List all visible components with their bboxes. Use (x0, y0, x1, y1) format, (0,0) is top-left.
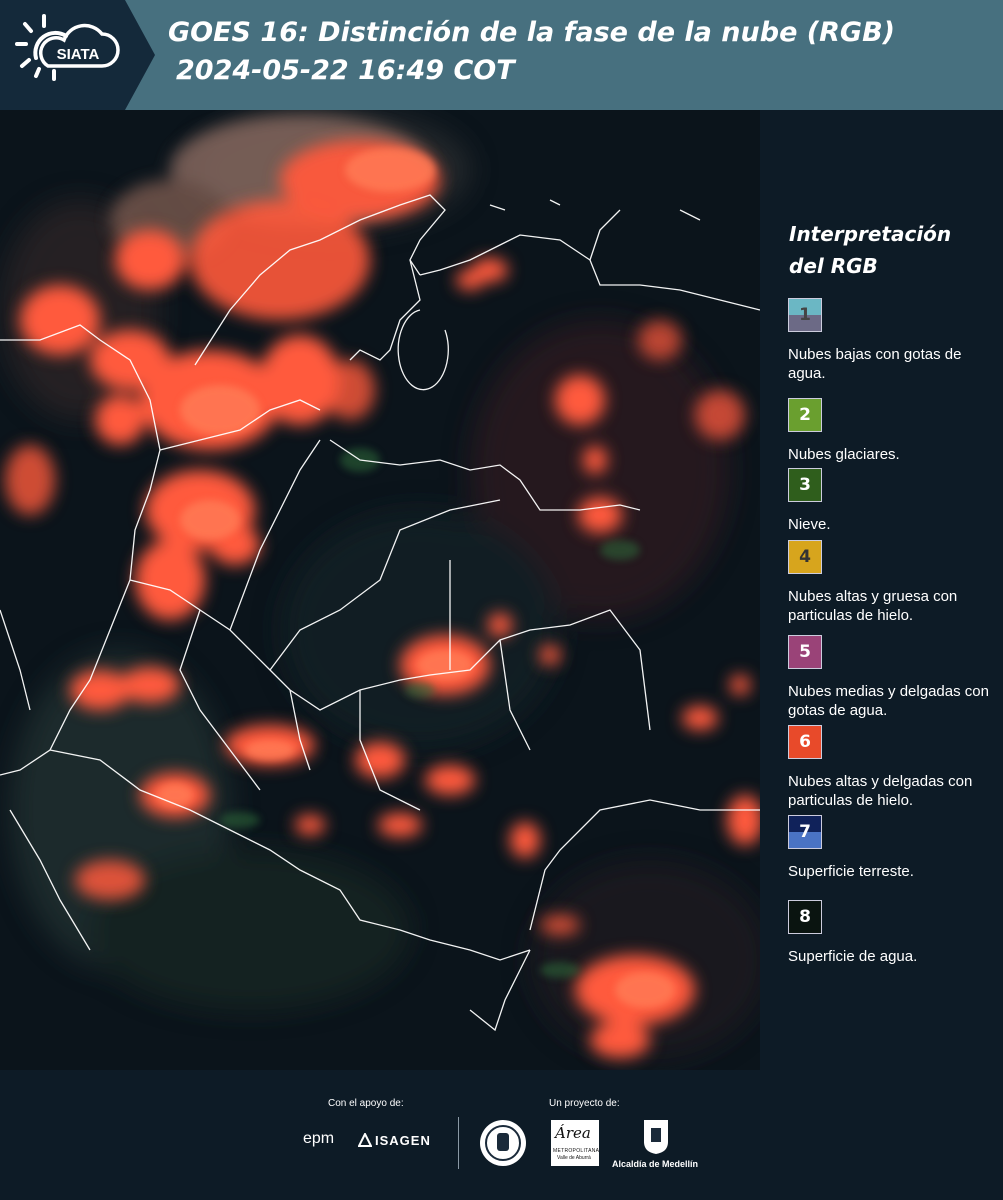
legend-label-7: Superficie terreste. (788, 863, 914, 880)
legend-label-2: Nubes glaciares. (788, 446, 900, 463)
isagen-logo-icon (357, 1131, 373, 1147)
legend-swatch-6: 6 (788, 725, 822, 759)
project-label: Un proyecto de: (549, 1098, 620, 1109)
legend-swatch-5: 5 (788, 635, 822, 669)
legend-number: 4 (799, 547, 811, 567)
page-title: GOES 16: Distinción de la fase de la nub… (168, 17, 895, 48)
legend-swatch-7: 7 (788, 815, 822, 849)
legend-number: 5 (799, 642, 811, 662)
legend-label-1: Nubes bajas con gotas de agua. (788, 346, 962, 382)
area-logo-sub1: METROPOLITANA (553, 1148, 600, 1154)
alcaldia-shield-icon (642, 1118, 670, 1161)
header-bar: SIATA GOES 16: Distinción de la fase de … (0, 0, 1003, 110)
page-timestamp: 2024-05-22 16:49 COT (176, 55, 515, 86)
epm-logo: epm (303, 1130, 335, 1147)
legend-swatch-2: 2 (788, 398, 822, 432)
legend-label-3: Nieve. (788, 516, 831, 533)
satellite-map (0, 110, 760, 1070)
legend-swatch-8: 8 (788, 900, 822, 934)
legend-label-6: Nubes altas y delgadas con particulas de… (788, 773, 973, 809)
legend-number: 7 (799, 822, 811, 842)
siata-logo-text: SIATA (57, 46, 100, 63)
legend-number: 1 (799, 305, 811, 325)
alcaldia-logo: Alcaldía de Medellín (612, 1159, 699, 1169)
legend-title: Interpretación del RGB (789, 222, 952, 278)
footer-divider (458, 1117, 459, 1169)
legend-number: 6 (799, 732, 811, 752)
siata-logo-icon: SIATA (15, 14, 120, 81)
legend-label-4: Nubes altas y gruesa con particulas de h… (788, 588, 958, 624)
legend-number: 8 (799, 907, 811, 927)
footer: Con el apoyo de: Un proyecto de: epm ISA… (0, 1070, 1003, 1200)
siata-logo-panel: SIATA (0, 0, 155, 110)
area-metropolitana-logo: Área METROPOLITANA Valle de Aburrá (551, 1120, 599, 1166)
legend-swatch-4: 4 (788, 540, 822, 574)
legend-label-5: Nubes medias y delgadas con gotas de agu… (788, 683, 989, 719)
support-label: Con el apoyo de: (328, 1098, 404, 1109)
isagen-logo: ISAGEN (375, 1133, 431, 1148)
legend-number: 3 (799, 475, 811, 495)
area-logo-title: Área (555, 1124, 591, 1142)
legend-label-8: Superficie de agua. (788, 948, 918, 965)
medellin-seal-icon (478, 1118, 528, 1173)
legend-panel: Interpretación del RGB 1 Nubes bajas con … (760, 110, 1003, 1070)
satellite-image (0, 110, 760, 1070)
legend-number: 2 (799, 405, 811, 425)
legend-swatch-1: 1 (788, 298, 822, 332)
area-logo-sub2: Valle de Aburrá (557, 1155, 591, 1161)
legend-swatch-3: 3 (788, 468, 822, 502)
